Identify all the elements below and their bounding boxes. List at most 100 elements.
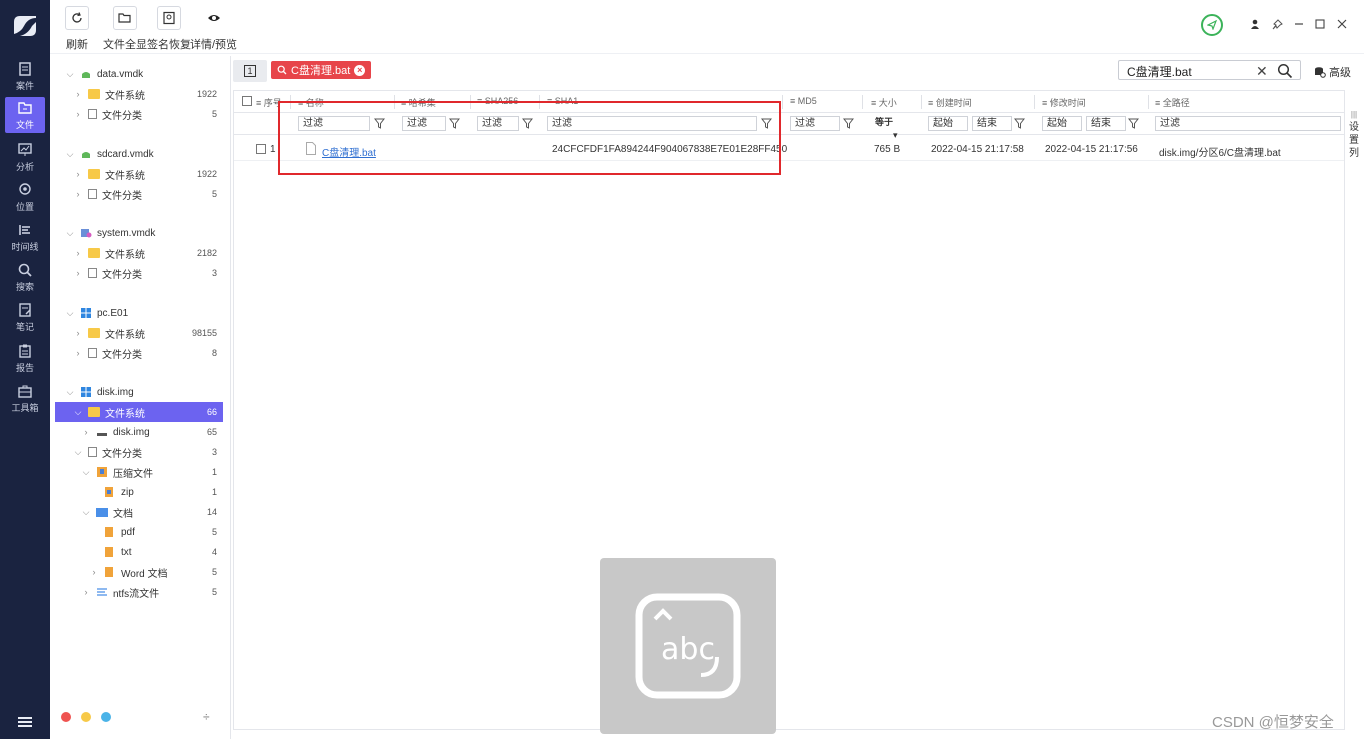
pin-icon[interactable] <box>1270 17 1284 31</box>
filter-modified-end[interactable]: 结束 <box>1086 116 1126 131</box>
tree-item-filesystem[interactable]: › 文件系统 1922 <box>55 164 223 184</box>
tab-search-result[interactable]: C盘清理.bat × <box>271 61 372 79</box>
tree-item-zip[interactable]: zip 1 <box>55 482 223 502</box>
tree-source-data-vmdk[interactable]: ⌵ data.vmdk <box>55 64 223 84</box>
tree-item-documents[interactable]: ⌵ 文档 14 <box>55 502 223 522</box>
tree-item-category[interactable]: › 文件分类 5 <box>55 104 223 124</box>
show-all-files-button[interactable]: 文件全显 <box>103 6 147 52</box>
red-dot[interactable] <box>61 712 71 722</box>
col-header-path[interactable]: ≡ 全路径 <box>1155 96 1190 109</box>
tree-item-label: 压缩文件 <box>113 468 153 480</box>
collapse-tree-icon[interactable]: ÷ <box>203 710 210 724</box>
nav-timeline[interactable]: 时间线 <box>5 219 45 255</box>
yellow-dot[interactable] <box>81 712 91 722</box>
tree-source-system-vmdk[interactable]: ⌵ system.vmdk <box>55 223 223 243</box>
text-preview-icon: abc <box>635 593 741 699</box>
blue-dot[interactable] <box>101 712 111 722</box>
nav-file[interactable]: 文件 <box>5 97 45 133</box>
tree-item-label: 文件系统 <box>105 329 145 341</box>
advanced-search-icon <box>1315 67 1326 78</box>
tree-source-pc-e01[interactable]: ⌵ pc.E01 <box>55 303 223 323</box>
tree-item-disk-img[interactable]: › disk.img 65 <box>55 422 223 442</box>
filter-md5-input[interactable]: 过滤 <box>790 116 840 131</box>
connection-status-icon[interactable] <box>1201 14 1223 36</box>
tree-item-category[interactable]: › 文件分类 8 <box>55 343 223 363</box>
tree-item-label: 文件分类 <box>102 269 142 281</box>
tree-item-count: 5 <box>211 567 217 577</box>
col-header-size[interactable]: ≡ 大小 <box>871 96 897 109</box>
chevron-down-icon: ⌵ <box>66 227 74 238</box>
tree-item-category[interactable]: ⌵ 文件分类 3 <box>55 442 223 462</box>
tree-item-ntfs-streams[interactable]: › ntfs流文件 5 <box>55 582 223 602</box>
filter-icon[interactable] <box>1014 118 1025 129</box>
tree-item-filesystem[interactable]: › 文件系统 98155 <box>55 323 223 343</box>
minimize-icon[interactable] <box>1292 17 1306 31</box>
col-header-md5[interactable]: ≡ MD5 <box>790 96 817 106</box>
chevron-down-icon: ⌵ <box>82 506 90 517</box>
tab-close-icon[interactable]: × <box>354 64 366 76</box>
clear-search-icon[interactable]: ✕ <box>1256 63 1268 80</box>
tree-item-category[interactable]: › 文件分类 3 <box>55 263 223 283</box>
maximize-icon[interactable] <box>1313 17 1327 31</box>
tree-item-archives[interactable]: ⌵ 压缩文件 1 <box>55 462 223 482</box>
chevron-right-icon: › <box>92 567 96 577</box>
menu-icon[interactable] <box>18 716 32 728</box>
search-icon[interactable] <box>1277 63 1293 79</box>
column-divider[interactable] <box>1034 95 1035 109</box>
tree-item-filesystem-selected[interactable]: ⌵ 文件系统 66 <box>55 402 223 422</box>
nav-location[interactable]: 位置 <box>5 179 45 215</box>
tree-item-filesystem[interactable]: › 文件系统 2182 <box>55 243 223 263</box>
advanced-search-button[interactable]: 高级 <box>1314 64 1351 80</box>
nav-toolbox[interactable]: 工具箱 <box>5 380 45 416</box>
file-table: ≡ 序号 ≡ 名称 ≡ 哈希集 ≡ SHA256 ≡ SHA1 ≡ MD5 ≡ … <box>233 90 1345 734</box>
filter-created-start[interactable]: 起始 <box>928 116 968 131</box>
signature-recover-button[interactable]: 签名恢复 <box>147 6 191 52</box>
column-divider[interactable] <box>1148 95 1149 109</box>
tab-count[interactable]: 1 <box>233 60 267 82</box>
nav-case[interactable]: 案件 <box>5 58 45 94</box>
file-icon <box>18 101 32 114</box>
column-divider[interactable] <box>862 95 863 109</box>
nav-report[interactable]: 报告 <box>5 340 45 376</box>
tree-source-disk-img[interactable]: ⌵ disk.img <box>55 382 223 402</box>
refresh-button[interactable]: 刷新 <box>65 6 89 52</box>
col-header-created[interactable]: ≡ 创建时间 <box>928 96 972 109</box>
disk-image-icon <box>81 229 92 238</box>
chevron-down-icon: ⌵ <box>82 466 90 477</box>
filter-icon[interactable] <box>843 118 854 129</box>
tree-item-word[interactable]: › Word 文档 5 <box>55 562 223 582</box>
filter-modified-start[interactable]: 起始 <box>1042 116 1082 131</box>
tree-item-pdf[interactable]: pdf 5 <box>55 522 223 542</box>
document-icon <box>88 189 97 199</box>
nav-search[interactable]: 搜索 <box>5 259 45 295</box>
filter-icon[interactable] <box>1128 118 1139 129</box>
chevron-down-icon: ⌵ <box>74 446 82 457</box>
user-icon[interactable] <box>1248 17 1262 31</box>
col-header-modified[interactable]: ≡ 修改时间 <box>1042 96 1086 109</box>
tree-item-txt[interactable]: txt 4 <box>55 542 223 562</box>
tree-source-sdcard-vmdk[interactable]: ⌵ sdcard.vmdk <box>55 144 223 164</box>
close-icon[interactable] <box>1335 17 1349 31</box>
tree-item-label: Word 文档 <box>121 568 168 580</box>
tree-item-filesystem[interactable]: › 文件系统 1922 <box>55 84 223 104</box>
select-all-checkbox[interactable] <box>242 96 252 106</box>
app-window: 案件 文件 分析 位置 时间线 搜索 笔记 报告 工具箱 刷新 文件全显 签名恢… <box>0 0 1364 739</box>
filter-created-end[interactable]: 结束 <box>972 116 1012 131</box>
nav-location-label: 位置 <box>15 201 34 212</box>
row-checkbox[interactable] <box>256 144 266 154</box>
tree-item-category[interactable]: › 文件分类 5 <box>55 184 223 204</box>
nav-note[interactable]: 笔记 <box>5 299 45 335</box>
nav-analysis[interactable]: 分析 <box>5 139 45 175</box>
column-settings-button[interactable]: ||| 设 置 列 <box>1344 90 1363 730</box>
windows-icon <box>81 387 91 397</box>
search-input[interactable]: C盘清理.bat <box>1118 60 1301 80</box>
tree-item-label: 文件分类 <box>102 448 142 460</box>
filter-size-operator[interactable]: 等于▾ <box>871 116 919 140</box>
tree-item-count: 3 <box>211 268 217 278</box>
tree-source-label: sdcard.vmdk <box>97 148 154 160</box>
detail-preview-button[interactable]: 详情/预览 <box>190 6 237 52</box>
filter-path-input[interactable]: 过滤 <box>1155 116 1341 131</box>
show-all-files-label: 文件全显 <box>103 39 147 51</box>
column-divider[interactable] <box>782 95 783 109</box>
column-divider[interactable] <box>921 95 922 109</box>
